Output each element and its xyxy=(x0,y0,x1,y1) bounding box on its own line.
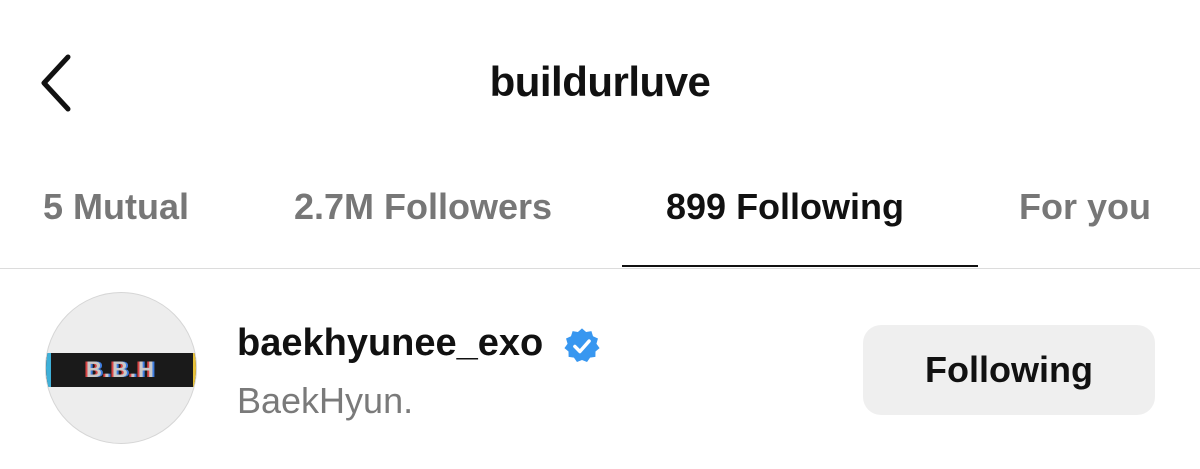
avatar-text: B.B.H xyxy=(86,357,156,382)
tab-mutual[interactable]: 5 Mutual xyxy=(43,187,189,247)
tab-bar: 5 Mutual 2.7M Followers 899 Following Fo… xyxy=(0,165,1200,269)
full-name: BaekHyun. xyxy=(237,380,414,421)
avatar[interactable]: B.B.H xyxy=(45,292,197,444)
tab-for-you[interactable]: For you xyxy=(1019,187,1151,247)
list-item[interactable]: B.B.H baekhyunee_exo BaekHyun. Following xyxy=(0,270,1200,469)
username[interactable]: baekhyunee_exo xyxy=(237,322,543,365)
following-button[interactable]: Following xyxy=(863,325,1155,415)
verified-badge-icon xyxy=(564,328,600,363)
page-title: buildurluve xyxy=(489,58,711,105)
tab-followers[interactable]: 2.7M Followers xyxy=(294,187,552,247)
active-tab-indicator xyxy=(622,265,978,267)
tab-following[interactable]: 899 Following xyxy=(666,187,904,247)
top-bar: buildurluve xyxy=(0,0,1200,165)
